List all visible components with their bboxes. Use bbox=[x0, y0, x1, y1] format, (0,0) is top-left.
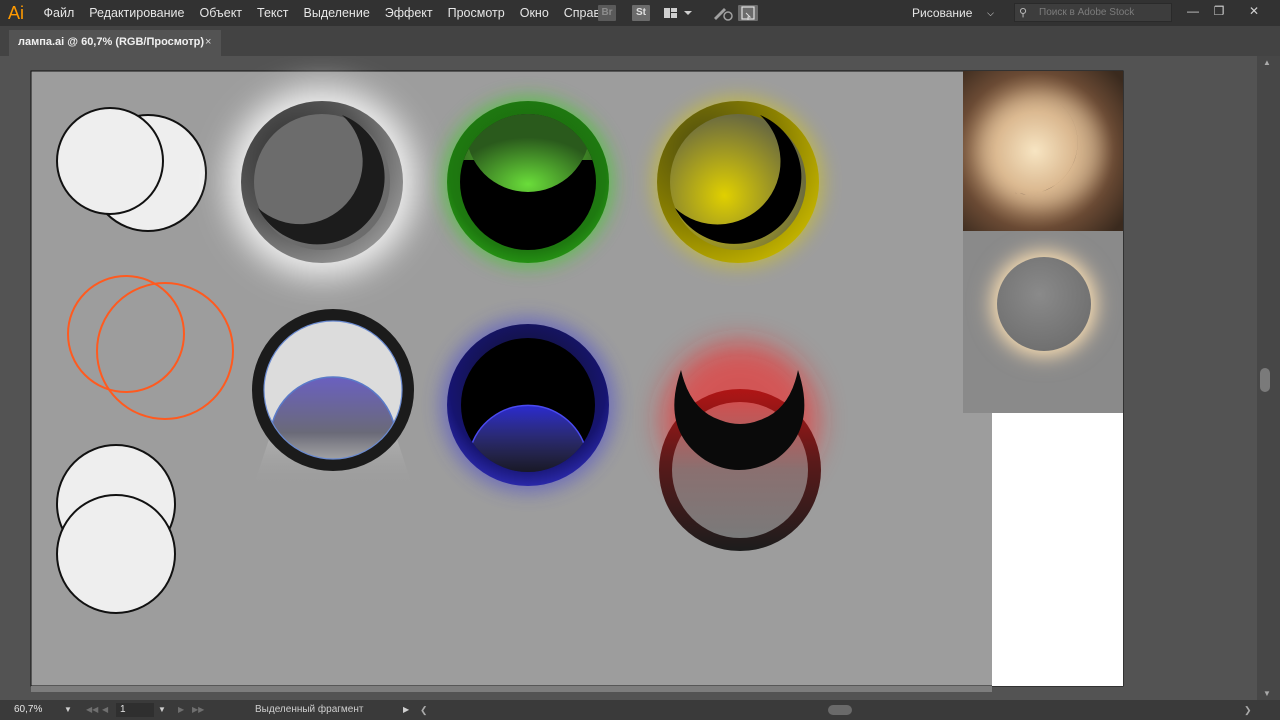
menu-edit[interactable]: Редактирование bbox=[82, 0, 192, 26]
minimize-icon[interactable]: — bbox=[1182, 2, 1204, 20]
close-tab-icon[interactable]: × bbox=[205, 30, 211, 54]
workspace-label: Рисование bbox=[912, 6, 973, 20]
artboard-dropdown-icon[interactable]: ▼ bbox=[158, 700, 166, 720]
scroll-right-icon[interactable]: ❯ bbox=[1244, 700, 1252, 720]
first-artboard-icon[interactable]: ◀◀ bbox=[86, 700, 98, 720]
gpu-performance-icon[interactable] bbox=[738, 5, 758, 21]
arrange-documents-icon[interactable] bbox=[662, 5, 698, 21]
zoom-dropdown-icon[interactable]: ▼ bbox=[64, 700, 72, 720]
restore-icon[interactable]: ❐ bbox=[1208, 2, 1230, 20]
ai-logo-icon: Ai bbox=[7, 3, 24, 23]
horizontal-scroll-thumb[interactable] bbox=[828, 705, 852, 715]
menu-select[interactable]: Выделение bbox=[296, 0, 377, 26]
lamp-white-cone[interactable] bbox=[252, 309, 414, 485]
workspace-switcher[interactable]: Рисование ⌵ bbox=[912, 2, 1004, 24]
stock-search-field[interactable]: ⚲ Поиск в Adobe Stock bbox=[1014, 3, 1172, 22]
search-placeholder: Поиск в Adobe Stock bbox=[1039, 7, 1135, 18]
close-icon[interactable]: ✕ bbox=[1243, 2, 1265, 20]
main-menu: Файл Редактирование Объект Текст Выделен… bbox=[36, 0, 620, 26]
vertical-scroll-thumb[interactable] bbox=[1260, 368, 1270, 392]
lamp-blue-glow[interactable] bbox=[440, 317, 616, 493]
lamp-red-glow[interactable] bbox=[659, 342, 821, 551]
document-tab-title: лампа.ai @ 60,7% (RGB/Просмотр) bbox=[18, 36, 205, 48]
reference-photo-disc[interactable] bbox=[963, 231, 1123, 413]
document-tab[interactable]: лампа.ai @ 60,7% (RGB/Просмотр) × bbox=[9, 30, 221, 56]
artboard-number-field[interactable]: 1 bbox=[116, 703, 154, 717]
menu-file[interactable]: Файл bbox=[36, 0, 82, 26]
artboard-artwork[interactable] bbox=[0, 56, 1257, 700]
menu-object[interactable]: Объект bbox=[192, 0, 250, 26]
scroll-up-icon[interactable]: ▲ bbox=[1263, 58, 1271, 67]
status-bar: 60,7% ▼ ◀◀ ◀ 1 ▼ ▶ ▶▶ Выделенный фрагмен… bbox=[0, 700, 1280, 720]
scroll-left-icon[interactable]: ❮ bbox=[420, 700, 428, 720]
status-menu-icon[interactable]: ▶ bbox=[403, 700, 409, 720]
reference-photo-crescent[interactable] bbox=[963, 71, 1123, 231]
previous-artboard-icon[interactable]: ◀ bbox=[102, 700, 108, 720]
scroll-down-icon[interactable]: ▼ bbox=[1263, 689, 1271, 698]
sketch-circles-bottom[interactable] bbox=[56, 444, 176, 614]
next-artboard-icon[interactable]: ▶ bbox=[178, 700, 184, 720]
canvas[interactable] bbox=[0, 56, 1257, 700]
lamp-yellow-glow[interactable] bbox=[652, 96, 824, 268]
menu-window[interactable]: Окно bbox=[512, 0, 556, 26]
menu-type[interactable]: Текст bbox=[250, 0, 296, 26]
vertical-scrollbar[interactable]: ▲ ▼ bbox=[1257, 56, 1280, 700]
zoom-level[interactable]: 60,7% bbox=[14, 700, 42, 720]
last-artboard-icon[interactable]: ▶▶ bbox=[192, 700, 204, 720]
lamp-white-glow[interactable] bbox=[227, 87, 417, 277]
menu-bar: Ai Файл Редактирование Объект Текст Выде… bbox=[0, 0, 1280, 26]
menu-view[interactable]: Просмотр bbox=[440, 0, 512, 26]
brush-icon[interactable] bbox=[710, 5, 734, 21]
document-tab-bar: лампа.ai @ 60,7% (RGB/Просмотр) × bbox=[0, 26, 1280, 56]
chevron-down-icon: ⌵ bbox=[987, 8, 994, 18]
bridge-icon[interactable]: Br bbox=[598, 5, 616, 21]
lamp-green-glow[interactable] bbox=[442, 96, 614, 268]
stock-icon[interactable]: St bbox=[632, 5, 650, 21]
search-icon: ⚲ bbox=[1019, 7, 1028, 19]
status-info: Выделенный фрагмент bbox=[255, 704, 364, 715]
menu-effect[interactable]: Эффект bbox=[377, 0, 440, 26]
